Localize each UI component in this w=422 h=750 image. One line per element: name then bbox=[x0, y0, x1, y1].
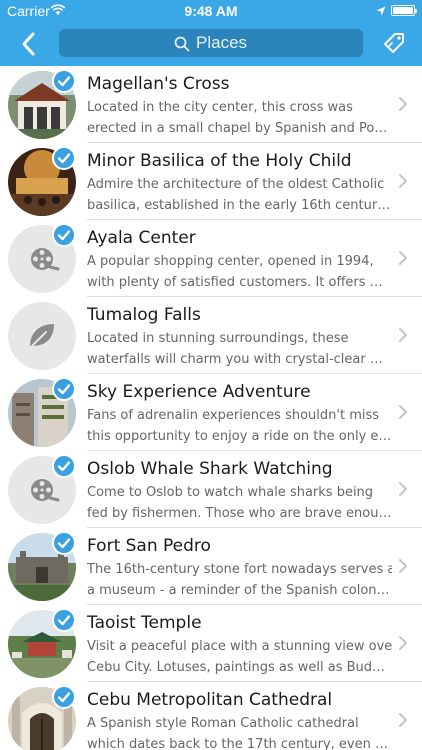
list-item[interactable]: Taoist Temple Visit a peaceful place wit… bbox=[0, 605, 422, 682]
visited-check-icon bbox=[52, 685, 76, 709]
place-title: Cebu Metropolitan Cathedral bbox=[87, 690, 333, 710]
back-button[interactable] bbox=[14, 30, 44, 58]
search-icon bbox=[174, 36, 190, 56]
leaf-icon bbox=[8, 302, 76, 370]
visited-check-icon bbox=[52, 69, 76, 93]
place-description: A popular shopping center, opened in 199… bbox=[87, 251, 392, 293]
place-thumbnail bbox=[8, 302, 76, 370]
chevron-left-icon bbox=[14, 32, 44, 62]
description-line: Come to Oslob to watch whale sharks bein… bbox=[87, 485, 374, 500]
chevron-right-icon bbox=[398, 173, 408, 193]
description-line: waterfalls will charm you with crystal-c… bbox=[87, 352, 392, 367]
chevron-right-icon bbox=[398, 558, 408, 578]
chevron-right-icon bbox=[398, 96, 408, 116]
status-time: 9:48 AM bbox=[184, 3, 238, 19]
list-item[interactable]: Minor Basilica of the Holy Child Admire … bbox=[0, 143, 422, 220]
description-line: basilica, established in the early 16th … bbox=[87, 198, 392, 213]
description-line: Admire the architecture of the oldest Ca… bbox=[87, 177, 385, 192]
places-list: Magellan's Cross Located in the city cen… bbox=[0, 66, 422, 750]
place-description: Come to Oslob to watch whale sharks bein… bbox=[87, 482, 392, 524]
visited-check-icon bbox=[52, 454, 76, 478]
description-line: Cebu City. Lotuses, paintings as well as… bbox=[87, 660, 392, 675]
description-line: A Spanish style Roman Catholic cathedral bbox=[87, 716, 359, 731]
place-title: Magellan's Cross bbox=[87, 74, 230, 94]
place-title: Fort San Pedro bbox=[87, 536, 211, 556]
navigation-header: Carrier 9:48 AM Places bbox=[0, 0, 422, 66]
place-title: Tumalog Falls bbox=[87, 305, 201, 325]
description-line: fed by fishermen. Those who are brave en… bbox=[87, 506, 392, 521]
chevron-right-icon bbox=[398, 404, 408, 424]
description-line: The 16th-century stone fort nowadays ser… bbox=[87, 562, 392, 577]
list-item[interactable]: Cebu Metropolitan Cathedral A Spanish st… bbox=[0, 682, 422, 750]
chevron-right-icon bbox=[398, 327, 408, 347]
place-title: Oslob Whale Shark Watching bbox=[87, 459, 333, 479]
search-title: Places bbox=[196, 33, 248, 52]
list-item[interactable]: Tumalog Falls Located in stunning surrou… bbox=[0, 297, 422, 374]
place-description: Located in the city center, this cross w… bbox=[87, 97, 392, 139]
location-arrow-icon bbox=[376, 5, 386, 20]
visited-check-icon bbox=[52, 531, 76, 555]
status-bar: Carrier 9:48 AM bbox=[0, 0, 422, 22]
place-description: A Spanish style Roman Catholic cathedral… bbox=[87, 713, 392, 750]
chevron-right-icon bbox=[398, 481, 408, 501]
battery-icon bbox=[391, 5, 417, 16]
tag-filter-button[interactable] bbox=[378, 29, 408, 57]
description-line: A popular shopping center, opened in 199… bbox=[87, 254, 374, 269]
visited-check-icon bbox=[52, 223, 76, 247]
place-title: Minor Basilica of the Holy Child bbox=[87, 151, 352, 171]
description-line: this opportunity to enjoy a ride on the … bbox=[87, 429, 392, 444]
visited-check-icon bbox=[52, 146, 76, 170]
list-item[interactable]: Magellan's Cross Located in the city cen… bbox=[0, 66, 422, 143]
description-line: with plenty of satisfied customers. It o… bbox=[87, 275, 392, 290]
description-line: Located in the city center, this cross w… bbox=[87, 100, 353, 115]
place-description: Visit a peaceful place with a stunning v… bbox=[87, 636, 392, 678]
chevron-right-icon bbox=[398, 250, 408, 270]
visited-check-icon bbox=[52, 377, 76, 401]
visited-check-icon bbox=[52, 608, 76, 632]
places-search-field[interactable]: Places bbox=[59, 29, 363, 57]
place-description: Admire the architecture of the oldest Ca… bbox=[87, 174, 392, 216]
description-line: Located in stunning surroundings, these bbox=[87, 331, 349, 346]
description-line: which dates back to the 17th century, ev… bbox=[87, 737, 392, 750]
list-item[interactable]: Sky Experience Adventure Fans of adrenal… bbox=[0, 374, 422, 451]
list-item[interactable]: Oslob Whale Shark Watching Come to Oslob… bbox=[0, 451, 422, 528]
description-line: Fans of adrenalin experiences shouldn't … bbox=[87, 408, 380, 423]
place-title: Sky Experience Adventure bbox=[87, 382, 311, 402]
tag-icon bbox=[378, 33, 408, 61]
list-item[interactable]: Ayala Center A popular shopping center, … bbox=[0, 220, 422, 297]
place-description: Located in stunning surroundings, these … bbox=[87, 328, 392, 370]
description-line: erected in a small chapel by Spanish and… bbox=[87, 121, 392, 136]
place-title: Taoist Temple bbox=[87, 613, 202, 633]
place-title: Ayala Center bbox=[87, 228, 196, 248]
description-line: Visit a peaceful place with a stunning v… bbox=[87, 639, 392, 654]
description-line: a museum - a reminder of the Spanish col… bbox=[87, 583, 392, 598]
place-description: The 16th-century stone fort nowadays ser… bbox=[87, 559, 392, 601]
chevron-right-icon bbox=[398, 712, 408, 732]
list-item[interactable]: Fort San Pedro The 16th-century stone fo… bbox=[0, 528, 422, 605]
chevron-right-icon bbox=[398, 635, 408, 655]
place-description: Fans of adrenalin experiences shouldn't … bbox=[87, 405, 392, 447]
